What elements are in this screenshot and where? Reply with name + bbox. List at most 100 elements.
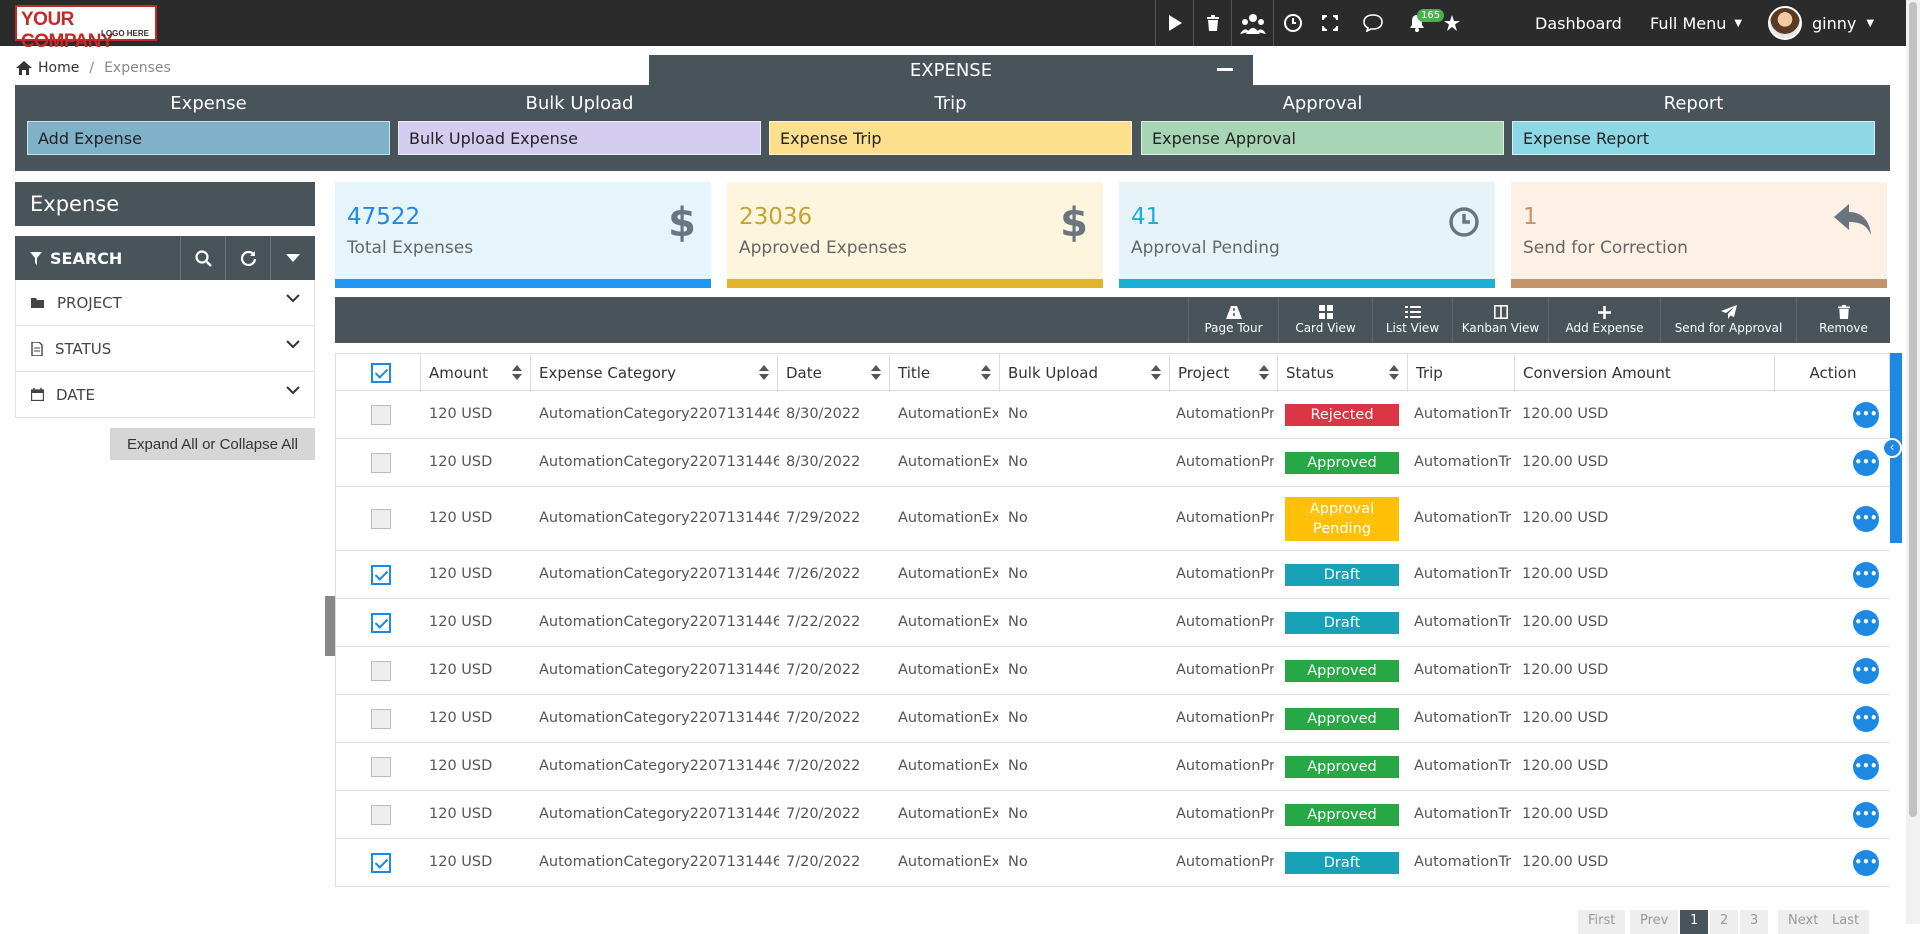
- module-menu-bar: Expense Add Expense Bulk Upload Bulk Upl…: [15, 85, 1890, 171]
- pager-first[interactable]: First: [1578, 910, 1626, 934]
- row-action-menu-icon[interactable]: •••: [1853, 754, 1879, 780]
- row-action-menu-icon[interactable]: •••: [1853, 802, 1879, 828]
- table-row[interactable]: 120 USD AutomationCategory220713144648 7/2…: [335, 743, 1890, 791]
- arrow-left-icon[interactable]: ‹: [1882, 438, 1902, 458]
- cell-bulk-upload: No: [1008, 662, 1028, 678]
- table-row[interactable]: 120 USD AutomationCategory220713144648 8/3…: [335, 391, 1890, 439]
- column-header-conversion-amount[interactable]: Conversion Amount: [1515, 354, 1775, 392]
- team-icon[interactable]: [1231, 0, 1273, 46]
- table-row[interactable]: 120 USD AutomationCategory220713144648 7/2…: [335, 551, 1890, 599]
- column-header-title[interactable]: Title: [890, 354, 1000, 392]
- user-menu[interactable]: ginny ▼: [1768, 0, 1874, 46]
- pager-prev[interactable]: Prev: [1630, 910, 1679, 934]
- table-row[interactable]: 120 USD AutomationCategory220713144648 7/2…: [335, 791, 1890, 839]
- filter-project[interactable]: PROJECT: [15, 280, 315, 326]
- kanban-view-button[interactable]: Kanban View: [1452, 297, 1548, 343]
- sort-icon[interactable]: [512, 365, 522, 381]
- row-action-menu-icon[interactable]: •••: [1853, 402, 1879, 428]
- row-checkbox[interactable]: [371, 757, 391, 777]
- row-checkbox[interactable]: [371, 853, 391, 873]
- pager-page-2[interactable]: 2: [1710, 910, 1739, 934]
- column-header-date[interactable]: Date: [778, 354, 890, 392]
- row-checkbox[interactable]: [371, 661, 391, 681]
- dashboard-link[interactable]: Dashboard: [1535, 0, 1622, 46]
- filter-status[interactable]: STATUS: [15, 326, 315, 372]
- filter-label: PROJECT: [57, 293, 122, 312]
- card-view-button[interactable]: Card View: [1278, 297, 1372, 343]
- pager-page-1[interactable]: 1: [1680, 910, 1709, 934]
- row-action-menu-icon[interactable]: •••: [1853, 850, 1879, 876]
- pager-next[interactable]: Next: [1778, 910, 1829, 934]
- row-checkbox[interactable]: [371, 509, 391, 529]
- add-expense-button[interactable]: Add Expense: [1548, 297, 1660, 343]
- search-options-button[interactable]: [270, 236, 315, 280]
- chat-icon[interactable]: [1349, 0, 1397, 46]
- row-action-menu-icon[interactable]: •••: [1853, 706, 1879, 732]
- card-send-for-correction[interactable]: 1 Send for Correction: [1511, 182, 1887, 288]
- refresh-button[interactable]: [225, 236, 270, 280]
- sort-icon[interactable]: [981, 365, 991, 381]
- row-checkbox[interactable]: [371, 405, 391, 425]
- column-header-trip[interactable]: Trip: [1408, 354, 1515, 392]
- row-checkbox[interactable]: [371, 805, 391, 825]
- column-header-amount[interactable]: Amount: [421, 354, 531, 392]
- expense-trip-link[interactable]: Expense Trip: [769, 121, 1132, 155]
- sort-icon[interactable]: [1151, 365, 1161, 381]
- notification-bell-icon[interactable]: 165: [1397, 0, 1445, 46]
- expand-collapse-all-button[interactable]: Expand All or Collapse All: [110, 428, 315, 460]
- sidebar-collapse-handle[interactable]: [325, 596, 335, 656]
- scrollbar-thumb[interactable]: [1909, 2, 1917, 817]
- sort-icon[interactable]: [1259, 365, 1269, 381]
- table-row[interactable]: 120 USD AutomationCategory220713144648 7/2…: [335, 839, 1890, 887]
- page-scrollbar[interactable]: [1906, 0, 1920, 924]
- card-approval-pending[interactable]: 41 Approval Pending: [1119, 182, 1495, 288]
- remove-button[interactable]: Remove: [1796, 297, 1890, 343]
- row-action-menu-icon[interactable]: •••: [1853, 562, 1879, 588]
- sort-icon[interactable]: [759, 365, 769, 381]
- page-tour-button[interactable]: Page Tour: [1188, 297, 1278, 343]
- pager-page-3[interactable]: 3: [1740, 910, 1769, 934]
- row-checkbox[interactable]: [371, 453, 391, 473]
- table-row[interactable]: 120 USD AutomationCategory220713144648 7/2…: [335, 695, 1890, 743]
- bulk-upload-expense-link[interactable]: Bulk Upload Expense: [398, 121, 761, 155]
- column-header-status[interactable]: Status: [1278, 354, 1408, 392]
- sort-icon[interactable]: [871, 365, 881, 381]
- star-icon[interactable]: [1437, 0, 1467, 46]
- card-approved-expenses[interactable]: 23036 Approved Expenses $: [727, 182, 1103, 288]
- table-row[interactable]: 120 USD AutomationCategory220713144648 7/2…: [335, 647, 1890, 695]
- fullscreen-icon[interactable]: [1311, 0, 1349, 46]
- company-logo[interactable]: YOUR COMPANY LOGO HERE: [15, 5, 157, 52]
- sort-icon[interactable]: [1389, 365, 1399, 381]
- expense-approval-link[interactable]: Expense Approval: [1141, 121, 1504, 155]
- table-row[interactable]: 120 USD AutomationCategory220713144648 8/3…: [335, 439, 1890, 487]
- pager-last[interactable]: Last: [1822, 910, 1870, 934]
- card-total-expenses[interactable]: 47522 Total Expenses $: [335, 182, 711, 288]
- row-checkbox[interactable]: [371, 565, 391, 585]
- play-icon[interactable]: [1155, 0, 1193, 46]
- row-action-menu-icon[interactable]: •••: [1853, 506, 1879, 532]
- column-header-expense-category[interactable]: Expense Category: [531, 354, 778, 392]
- search-toggle[interactable]: SEARCH: [15, 236, 180, 280]
- table-row[interactable]: 120 USD AutomationCategory220713144648 7/2…: [335, 599, 1890, 647]
- row-action-menu-icon[interactable]: •••: [1853, 450, 1879, 476]
- collapse-icon[interactable]: [1217, 68, 1233, 71]
- add-expense-link[interactable]: Add Expense: [27, 121, 390, 155]
- breadcrumb-home[interactable]: Home: [38, 60, 79, 76]
- row-checkbox[interactable]: [371, 613, 391, 633]
- search-button[interactable]: [180, 236, 225, 280]
- expense-report-link[interactable]: Expense Report: [1512, 121, 1875, 155]
- list-view-button[interactable]: List View: [1372, 297, 1452, 343]
- column-header-project[interactable]: Project: [1170, 354, 1278, 392]
- send-for-approval-button[interactable]: Send for Approval: [1660, 297, 1796, 343]
- full-menu-dropdown[interactable]: Full Menu ▼: [1650, 0, 1742, 46]
- trash-icon[interactable]: [1193, 0, 1231, 46]
- row-action-menu-icon[interactable]: •••: [1853, 610, 1879, 636]
- clock-icon[interactable]: [1273, 0, 1311, 46]
- row-action-menu-icon[interactable]: •••: [1853, 658, 1879, 684]
- table-row[interactable]: 120 USD AutomationCategory220713144648 7/2…: [335, 487, 1890, 551]
- filter-date[interactable]: DATE: [15, 372, 315, 418]
- select-all-checkbox[interactable]: [371, 363, 391, 383]
- column-header-bulk-upload[interactable]: Bulk Upload: [1000, 354, 1170, 392]
- row-checkbox[interactable]: [371, 709, 391, 729]
- right-panel-handle[interactable]: ‹: [1882, 353, 1902, 543]
